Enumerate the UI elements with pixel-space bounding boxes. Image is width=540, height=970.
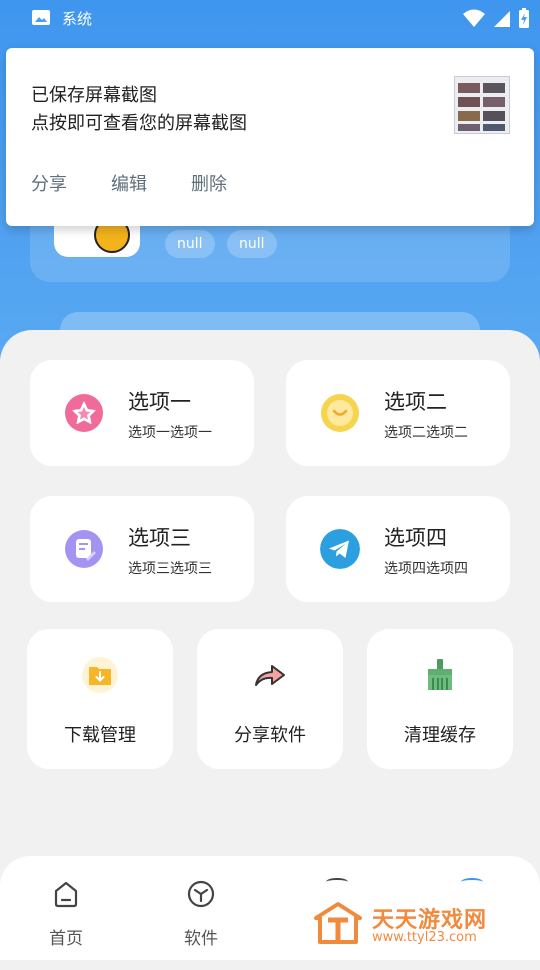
cube-icon — [187, 880, 215, 908]
option-subtitle: 选项四选项四 — [384, 561, 468, 577]
broom-icon — [428, 659, 452, 690]
watermark-url: www.ttyl23.com — [372, 930, 477, 945]
tool-label: 清理缓存 — [404, 725, 476, 746]
option-subtitle: 选项一选项一 — [128, 425, 212, 441]
status-label: 系统 — [62, 10, 93, 28]
download-folder-icon — [82, 657, 118, 693]
option-subtitle: 选项三选项三 — [128, 561, 212, 577]
nav-label-software: 软件 — [184, 929, 218, 949]
profile-tag: null — [165, 230, 215, 258]
tool-label: 分享软件 — [234, 725, 306, 746]
status-indicators — [462, 6, 530, 30]
smile-chat-icon — [321, 394, 359, 432]
option-card-4[interactable]: 选项四 选项四选项四 — [286, 496, 510, 602]
clear-cache-card[interactable]: 清理缓存 — [367, 629, 513, 769]
notification-actions: 分享 编辑 删除 — [31, 170, 271, 196]
notification-body: 点按即可查看您的屏幕截图 — [31, 113, 247, 134]
option-title: 选项一 — [128, 390, 191, 414]
edit-action-button[interactable]: 编辑 — [111, 170, 191, 196]
nav-icon-partial[interactable] — [326, 878, 348, 886]
wifi-icon — [463, 9, 485, 27]
screenshot-notification[interactable]: 已保存屏幕截图 点按即可查看您的屏幕截图 分享 编辑 删除 — [6, 48, 534, 226]
image-icon — [32, 10, 50, 25]
delete-action-button[interactable]: 删除 — [191, 170, 271, 196]
notification-title: 已保存屏幕截图 — [31, 85, 157, 106]
profile-tag: null — [227, 230, 277, 258]
download-manager-card[interactable]: 下载管理 — [27, 629, 173, 769]
screenshot-thumbnail[interactable] — [454, 76, 510, 134]
option-subtitle: 选项二选项二 — [384, 425, 468, 441]
share-arrow-icon — [255, 665, 285, 686]
signal-icon — [494, 11, 510, 27]
star-icon — [65, 394, 103, 432]
option-title: 选项四 — [384, 526, 447, 550]
home-icon — [54, 881, 78, 908]
telegram-plane-icon — [320, 529, 360, 569]
nav-label-home: 首页 — [49, 929, 83, 949]
share-software-card[interactable]: 分享软件 — [197, 629, 343, 769]
option-card-1[interactable]: 选项一 选项一选项一 — [30, 360, 254, 466]
tool-label: 下载管理 — [64, 725, 136, 746]
option-title: 选项二 — [384, 390, 447, 414]
option-title: 选项三 — [128, 526, 191, 550]
option-card-2[interactable]: 选项二 选项二选项二 — [286, 360, 510, 466]
watermark: 天天游戏网 www.ttyl23.com — [312, 896, 502, 952]
nav-icon-partial-active[interactable] — [461, 878, 483, 886]
document-edit-icon — [65, 530, 103, 568]
share-action-button[interactable]: 分享 — [31, 170, 111, 196]
battery-icon — [519, 8, 529, 28]
status-bar: 系统 — [0, 0, 540, 36]
option-card-3[interactable]: 选项三 选项三选项三 — [30, 496, 254, 602]
